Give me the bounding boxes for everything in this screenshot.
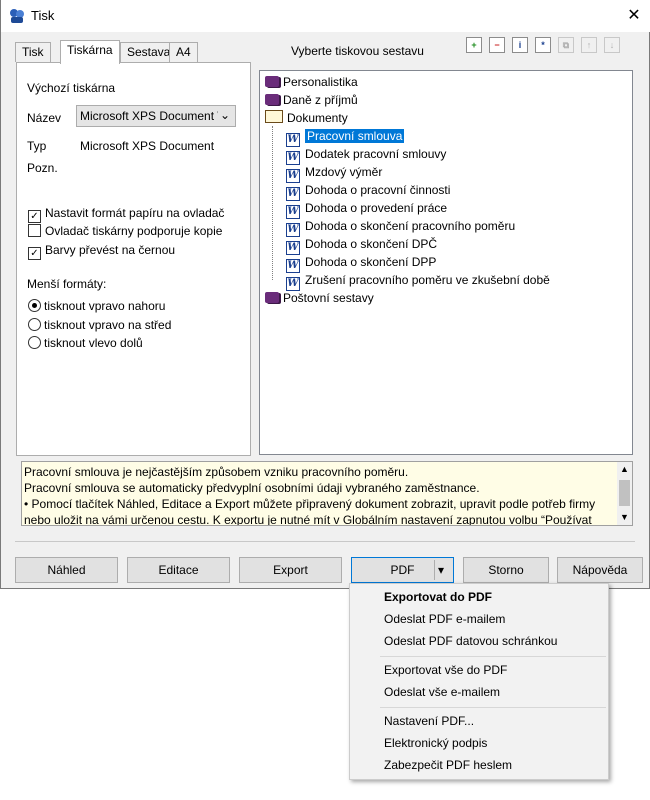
title-bar: Tisk ✕ [1,0,650,32]
pdf-split-button[interactable]: PDF ▾ [351,557,454,583]
book-icon [265,94,279,105]
tree-doc-item[interactable]: W Dohoda o skončení pracovního poměru [286,217,550,237]
tree-doc-item[interactable]: W Dodatek pracovní smlouvy [286,145,550,165]
split-divider [434,560,435,580]
radio-selected-icon [28,299,41,312]
tree-node-dane[interactable]: Daně z příjmů [265,91,358,109]
menu-send-all-email[interactable]: Odeslat vše e-mailem [350,681,608,703]
menu-export-all-pdf[interactable]: Exportovat vše do PDF [350,659,608,681]
tree-doc-item[interactable]: W Mzdový výměr [286,163,550,183]
help-button[interactable]: Nápověda [557,557,643,583]
edit-button[interactable]: Editace [127,557,230,583]
description-scrollbar[interactable]: ▲ ▼ [617,462,632,525]
tree-doc-item[interactable]: W Dohoda o provedení práce [286,199,550,219]
tree-doc-item[interactable]: W Dohoda o pracovní činnosti [286,181,550,201]
scroll-up-icon[interactable]: ▲ [620,464,629,474]
export-button[interactable]: Export [239,557,342,583]
menu-send-pdf-email[interactable]: Odeslat PDF e-mailem [350,608,608,630]
tree-node-postovni[interactable]: Poštovní sestavy [265,289,374,307]
menu-electronic-signature[interactable]: Elektronický podpis [350,732,608,754]
tree-doc-item[interactable]: W Zrušení pracovního poměru ve zkušební d… [286,271,550,291]
properties-icon[interactable]: * [535,37,551,53]
divider [15,541,635,542]
add-icon[interactable]: + [466,37,482,53]
printer-type-value: Microsoft XPS Document [80,139,215,153]
radio-label: tisknout vpravo nahoru [44,299,166,313]
tree-node-personalistika[interactable]: Personalistika [265,73,358,91]
dropdown-arrow-icon[interactable]: ▾ [438,558,444,582]
description-text: Pracovní smlouva je nejčastějším způsobe… [24,465,596,526]
close-button[interactable]: ✕ [621,4,647,28]
menu-secure-pdf-password[interactable]: Zabezpečit PDF heslem [350,754,608,776]
checkbox-unchecked-icon [28,224,41,237]
checkbox-label: Ovladač tiskárny podporuje kopie [45,224,223,238]
tree-node-dokumenty[interactable]: Dokumenty [265,109,358,127]
radio-icon [28,336,41,349]
printer-name-label: Název [27,111,62,125]
printer-name-value: Microsoft XPS Document Writer [80,109,218,123]
tab-tisk[interactable]: Tisk [15,42,51,62]
chevron-down-icon: ⌄ [220,108,231,122]
tree-header: Vyberte tiskovou sestavu [291,44,424,58]
tree-connector [272,126,273,280]
print-dialog: Tisk ✕ Tisk Tiskárna Sestava A4 Výchozí … [0,0,650,589]
cancel-button[interactable]: Storno [463,557,549,583]
scroll-thumb[interactable] [619,480,630,506]
checkbox-checked-icon: ✓ [28,210,41,223]
menu-export-pdf[interactable]: Exportovat do PDF [350,586,608,608]
checkbox-label: Nastavit formát papíru na ovladač [45,206,225,220]
checkbox-label: Barvy převést na černou [45,243,176,257]
printer-note-label: Pozn. [27,161,58,175]
tree-doc-item[interactable]: W Dohoda o skončení DPP [286,253,550,273]
move-down-icon[interactable]: ↓ [604,37,620,53]
printer-name-select[interactable]: Microsoft XPS Document Writer ⌄ [76,105,236,127]
tree-doc-item[interactable]: W Pracovní smlouva [286,127,550,147]
printer-type-label: Typ [27,139,47,153]
smaller-formats-label: Menší formáty: [27,277,107,291]
checkbox-convert-black[interactable]: ✓ Barvy převést na černou [28,243,175,260]
copy-icon[interactable]: ⧉ [558,37,574,53]
tree-doc-item[interactable]: W Dohoda o skončení DPČ [286,235,550,255]
app-icon [9,8,25,24]
pdf-dropdown-menu: Exportovat do PDF Odeslat PDF e-mailem O… [349,583,609,780]
open-book-icon [265,110,283,123]
default-printer-heading: Výchozí tiskárna [27,81,116,95]
radio-right-center[interactable]: tisknout vpravo na střed [28,318,171,332]
window-title: Tisk [31,8,55,23]
menu-separator [380,656,606,657]
radio-icon [28,318,41,331]
checkbox-checked-icon: ✓ [28,247,41,260]
pdf-button-label[interactable]: PDF [391,563,415,577]
checkbox-driver-copies[interactable]: Ovladač tiskárny podporuje kopie [28,224,222,238]
scroll-down-icon[interactable]: ▼ [620,512,629,522]
menu-send-pdf-databox[interactable]: Odeslat PDF datovou schránkou [350,630,608,652]
menu-pdf-settings[interactable]: Nastavení PDF... [350,710,608,732]
radio-top-right[interactable]: tisknout vpravo nahoru [28,299,165,313]
checkbox-paper-format[interactable]: ✓ Nastavit formát papíru na ovladač [28,206,224,223]
preview-button[interactable]: Náhled [15,557,118,583]
description-box[interactable]: Pracovní smlouva je nejčastějším způsobe… [21,461,633,526]
report-tree[interactable]: Personalistika Daně z příjmů Dokumenty W… [259,70,633,455]
move-up-icon[interactable]: ↑ [581,37,597,53]
radio-label: tisknout vlevo dolů [44,336,143,350]
info-icon[interactable]: i [512,37,528,53]
menu-separator [380,707,606,708]
radio-label: tisknout vpravo na střed [44,318,172,332]
remove-icon[interactable]: − [489,37,505,53]
radio-bottom-left[interactable]: tisknout vlevo dolů [28,336,143,350]
tab-tiskarna[interactable]: Tiskárna [60,40,120,64]
tab-a4[interactable]: A4 [169,42,198,62]
book-icon [265,292,279,303]
book-icon [265,76,279,87]
